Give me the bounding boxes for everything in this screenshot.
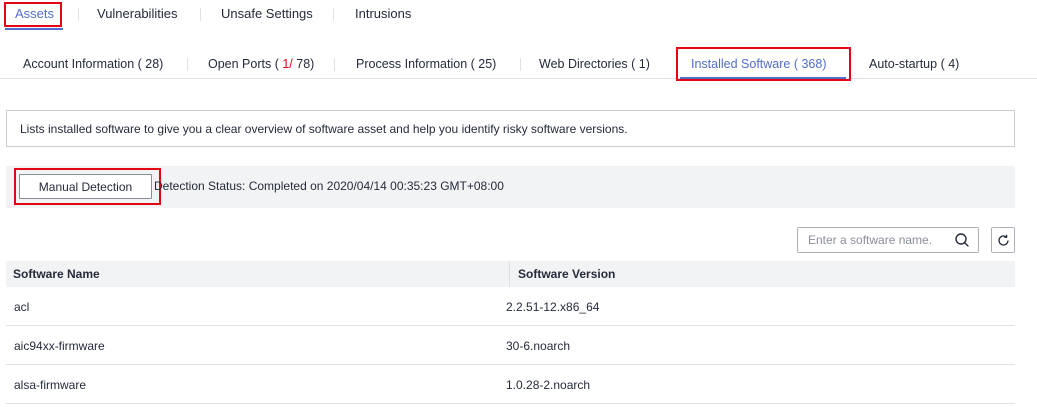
software-version-cell: 2.2.51-12.x86_64 [506, 300, 600, 314]
highlight-box-manual-detection [14, 168, 161, 205]
software-version-cell: 1.0.28-2.noarch [506, 378, 591, 392]
subtab-process-information[interactable]: Process Information ( 25) [356, 56, 496, 72]
column-header-software-name[interactable]: Software Name [13, 267, 100, 281]
tab-divider [78, 8, 79, 21]
software-name-cell: aic94xx-firmware [14, 339, 105, 353]
software-name-cell: acl [14, 300, 30, 314]
detection-bar: Manual Detection Detection Status: Compl… [6, 166, 1015, 208]
table-row: aic94xx-firmware 30-6.noarch [6, 326, 1015, 365]
tab-divider [200, 8, 201, 21]
info-box: Lists installed software to give you a c… [6, 110, 1015, 147]
refresh-icon [998, 234, 1009, 246]
search-box [797, 227, 979, 253]
tab-intrusions[interactable]: Intrusions [355, 5, 411, 23]
table-row: acl 2.2.51-12.x86_64 [6, 287, 1015, 326]
detection-status: Detection Status: Completed on 2020/04/1… [154, 179, 504, 193]
info-text: Lists installed software to give you a c… [20, 122, 628, 136]
column-header-software-version[interactable]: Software Version [518, 267, 615, 281]
table-row: alsa-firmware 1.0.28-2.noarch [6, 365, 1015, 404]
software-version-cell: 30-6.noarch [506, 339, 571, 353]
tab-vulnerabilities[interactable]: Vulnerabilities [97, 5, 177, 23]
refresh-button[interactable] [991, 227, 1015, 253]
subtab-divider [334, 58, 335, 71]
active-tab-indicator [5, 28, 63, 30]
subtab-auto-startup[interactable]: Auto-startup ( 4) [869, 56, 959, 72]
tab-divider [333, 8, 334, 21]
subtab-divider [520, 58, 521, 71]
search-icon[interactable] [954, 232, 970, 248]
subtab-account-information[interactable]: Account Information ( 28) [23, 56, 163, 72]
open-ports-label-prefix: Open Ports ( [208, 57, 283, 71]
subtab-divider [187, 58, 188, 71]
software-search-input[interactable] [798, 228, 948, 252]
tab-unsafe-settings[interactable]: Unsafe Settings [221, 5, 313, 23]
column-divider [509, 261, 510, 287]
table-header: Software Name Software Version [6, 261, 1015, 287]
top-tab-bar: Assets Vulnerabilities Unsafe Settings I… [0, 0, 1037, 32]
subtab-web-directories[interactable]: Web Directories ( 1) [539, 56, 650, 72]
highlight-box-assets [4, 2, 62, 27]
sub-tab-bar: Account Information ( 28) Open Ports ( 1… [0, 46, 1037, 81]
software-table: Software Name Software Version acl 2.2.5… [6, 261, 1015, 404]
software-name-cell: alsa-firmware [14, 378, 87, 392]
highlight-box-installed-software [676, 47, 851, 81]
open-ports-risk-count: 1/ [282, 57, 293, 71]
subtab-open-ports[interactable]: Open Ports ( 1/ 78) [208, 56, 314, 72]
open-ports-label-suffix: 78) [292, 57, 315, 71]
